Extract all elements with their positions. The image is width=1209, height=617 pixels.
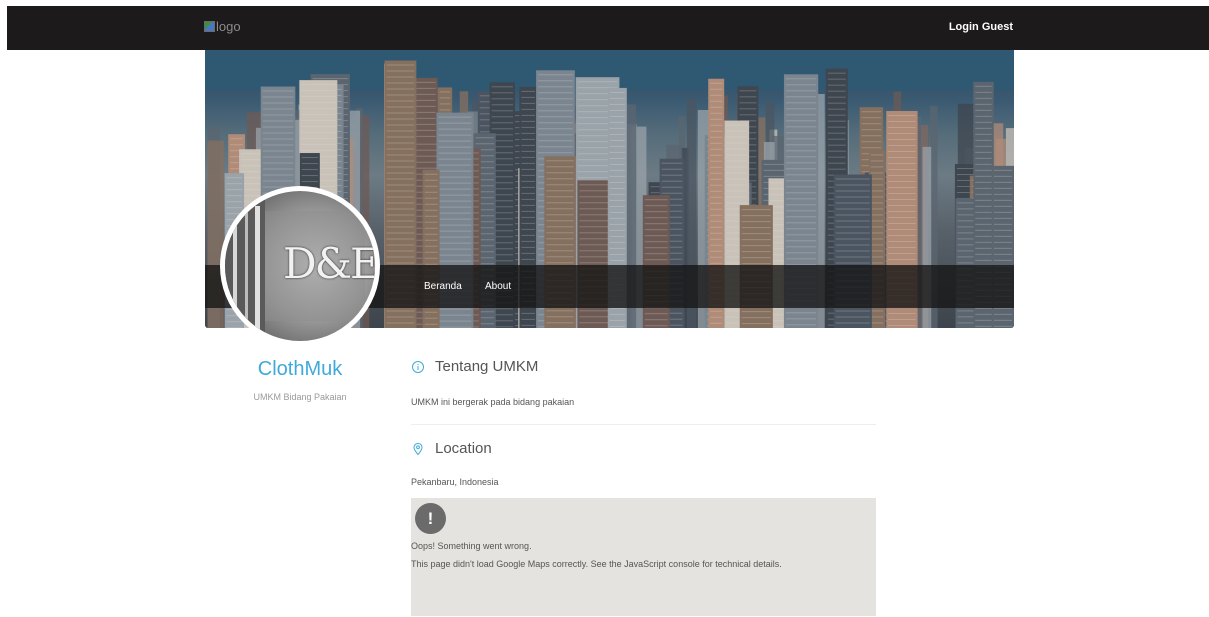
about-title: Tentang UMKM (435, 358, 539, 375)
info-circle-icon (411, 360, 425, 374)
location-title: Location (435, 440, 492, 457)
about-heading: Tentang UMKM (411, 358, 538, 375)
logo-alt-text: logo (216, 19, 241, 34)
nav-link-about[interactable]: About (485, 281, 511, 292)
map-error-detail: This page didn't load Google Maps correc… (411, 559, 782, 569)
nav-link-beranda[interactable]: Beranda (424, 281, 462, 292)
business-category: UMKM Bidang Pakaian (253, 392, 347, 402)
map-marker-icon (411, 442, 425, 456)
logo[interactable]: logo (204, 19, 241, 34)
profile-avatar: D&E (220, 186, 380, 346)
business-name: ClothMuk (257, 358, 343, 380)
avatar-logo-text: D&E (283, 239, 379, 288)
location-heading: Location (411, 440, 492, 457)
location-address: Pekanbaru, Indonesia (411, 477, 499, 487)
login-guest-link[interactable]: Login Guest (949, 21, 1013, 33)
map-error-title: Oops! Something went wrong. (411, 541, 532, 551)
google-map-container[interactable]: ! Oops! Something went wrong. This page … (411, 498, 876, 616)
exclamation-icon: ! (415, 503, 446, 534)
top-navbar: logo Login Guest (7, 6, 1209, 50)
about-description: UMKM ini bergerak pada bidang pakaian (411, 397, 575, 407)
broken-image-icon (204, 21, 215, 32)
section-divider (411, 424, 876, 425)
